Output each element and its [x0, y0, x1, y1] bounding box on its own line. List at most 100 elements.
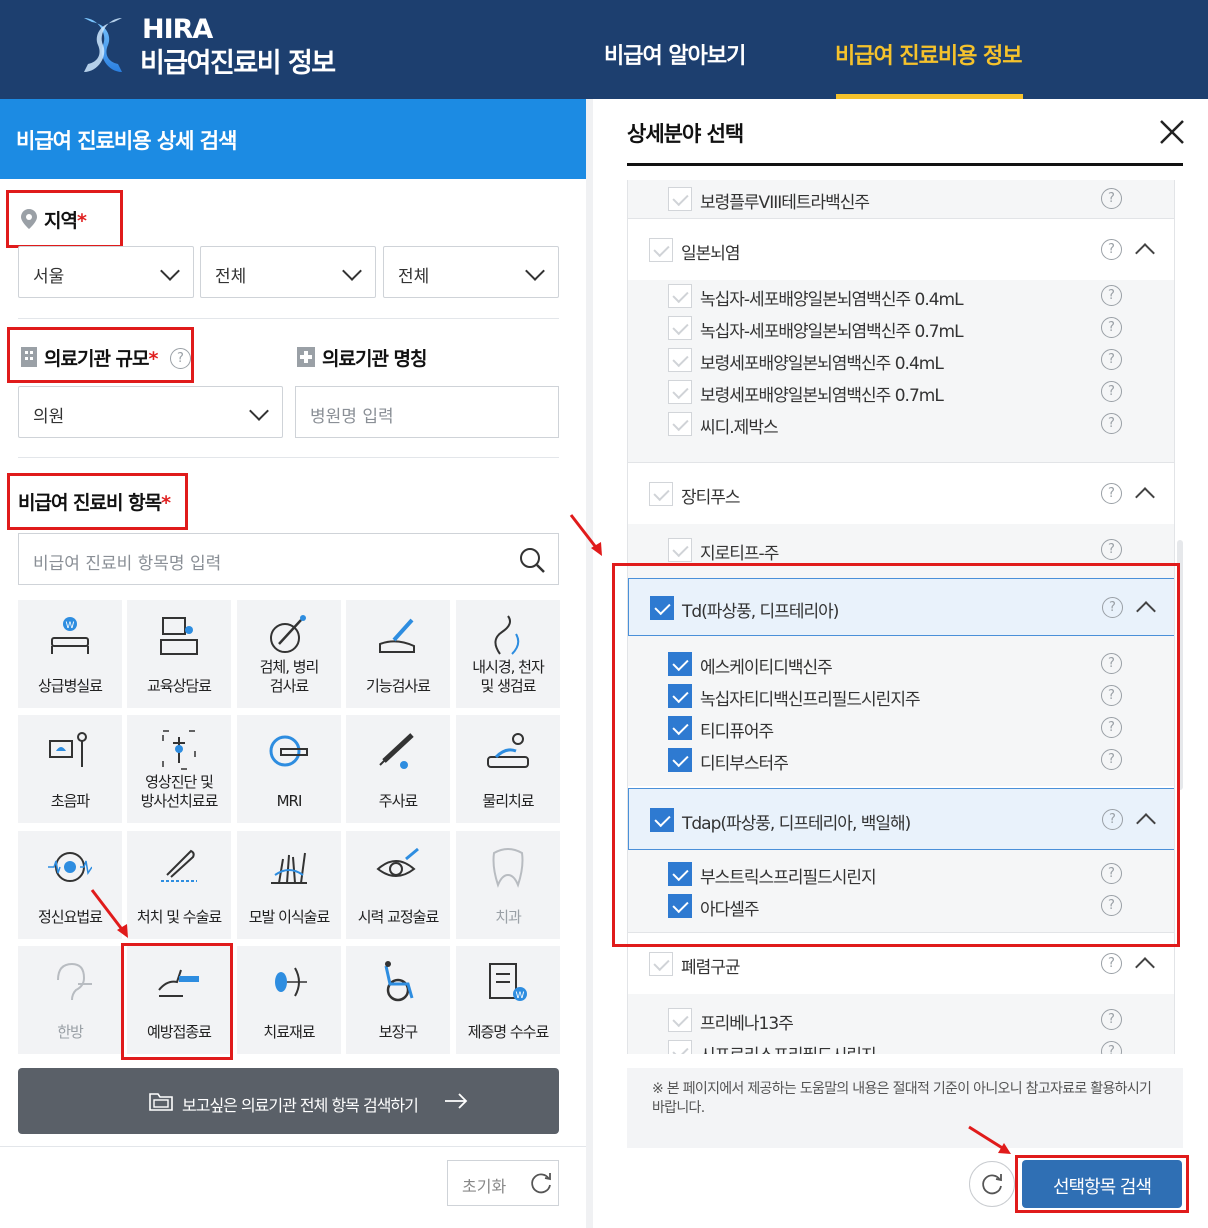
category-tile-label-line: 교육상담료 [146, 677, 212, 695]
item-label: 녹십자-세포배양일본뇌염백신주 0.7mL [700, 322, 964, 342]
category-tile-label-line: 방사선치료료 [140, 792, 219, 810]
checkbox[interactable] [668, 1040, 692, 1054]
help-icon[interactable]: ? [1101, 349, 1122, 370]
category-item-row[interactable]: 보령세포배양일본뇌염백신주 0.4mL? [628, 344, 1174, 376]
close-icon[interactable] [1158, 118, 1186, 146]
help-icon[interactable]: ? [1101, 239, 1122, 260]
category-tile-bed[interactable]: W 상급병실료 [18, 600, 122, 708]
category-item-row[interactable]: 프리베나13주? [628, 1004, 1174, 1036]
category-item-row[interactable]: 보령플루VIII테트라백신주? [628, 180, 1174, 218]
item-label: 씨디.제박스 [700, 418, 779, 438]
category-item-row[interactable]: 녹십자-세포배양일본뇌염백신주 0.7mL? [628, 312, 1174, 344]
nav-noncovered-intro[interactable]: 비급여 알아보기 [604, 38, 746, 70]
scale-select[interactable]: 의원 [18, 386, 283, 438]
help-icon[interactable]: ? [1101, 285, 1122, 306]
category-tile-certificate[interactable]: W 제증명 수수료 [456, 946, 560, 1054]
category-item-row[interactable]: 보령세포배양일본뇌염백신주 0.7mL? [628, 376, 1174, 408]
category-tile-label-line: 검체, 병리 [259, 658, 320, 676]
region-district-select[interactable]: 전체 [200, 246, 376, 298]
region-city-select[interactable]: 서울 [18, 246, 194, 298]
chevron-up-icon[interactable] [1135, 243, 1155, 263]
highlight-vaccine-tile [121, 943, 233, 1060]
category-tile-label-line: MRI [276, 792, 303, 810]
category-item-row[interactable]: 지로티프-주? [628, 534, 1174, 566]
category-group-row[interactable]: 장티푸스? [628, 462, 1174, 524]
help-icon[interactable]: ? [1101, 483, 1122, 504]
region-label: 지역* [44, 210, 87, 232]
help-icon[interactable]: ? [1101, 381, 1122, 402]
help-icon[interactable]: ? [170, 348, 191, 369]
category-tile-label: 교육상담료 [127, 677, 231, 696]
category-tile-label: 처치 및 수술료 [127, 908, 231, 927]
material-icon [275, 967, 307, 997]
category-tile-material[interactable]: 치료재료 [237, 946, 341, 1054]
help-icon[interactable]: ? [1101, 953, 1122, 974]
checkbox[interactable] [668, 316, 692, 340]
help-icon[interactable]: ? [1101, 539, 1122, 560]
nav-noncovered-cost[interactable]: 비급여 진료비용 정보 [835, 38, 1022, 70]
hospital-name-label: 의료기관 명칭 [322, 348, 427, 370]
checkbox[interactable] [668, 538, 692, 562]
help-icon[interactable]: ? [1101, 1041, 1122, 1054]
category-tile-label: 치료재료 [237, 1023, 341, 1042]
category-tile-label-line: 및 생검료 [480, 677, 537, 695]
category-tile-wheelchair[interactable]: 보장구 [346, 946, 450, 1054]
checkbox[interactable] [668, 1008, 692, 1032]
category-tile-mri[interactable]: MRI [237, 715, 341, 823]
category-tile-microscope[interactable]: 검체, 병리 검사료 [237, 600, 341, 708]
category-tile-surgery[interactable]: 처치 및 수술료 [127, 831, 231, 939]
help-icon[interactable]: ? [1101, 188, 1122, 209]
category-item-row[interactable]: 녹십자-세포배양일본뇌염백신주 0.4mL? [628, 280, 1174, 312]
scale-label: 의료기관 규모* [44, 348, 158, 370]
category-tile-syringe[interactable]: 주사료 [346, 715, 450, 823]
pointer-arrow-icon [569, 514, 602, 556]
wheelchair-icon [384, 961, 414, 1002]
chevron-up-icon[interactable] [1135, 487, 1155, 507]
item-search-input[interactable]: 비급여 진료비 항목명 입력 [18, 533, 559, 585]
checkbox[interactable] [668, 284, 692, 308]
refresh-selection-button[interactable] [969, 1161, 1015, 1207]
category-tile-ultrasound[interactable]: 초음파 [18, 715, 122, 823]
category-tile-label: 보장구 [346, 1023, 450, 1042]
category-group-row[interactable]: 일본뇌염? [628, 218, 1174, 280]
category-tile-hand-test[interactable]: 기능검사료 [346, 600, 450, 708]
category-item-row[interactable]: 씨디.제박스? [628, 408, 1174, 440]
category-tile-xray[interactable]: 영상진단 및 방사선치료료 [127, 715, 231, 823]
category-tile-label: 시력 교정술료 [346, 908, 450, 927]
checkbox[interactable] [649, 482, 673, 506]
reset-button[interactable]: 초기화 [447, 1160, 559, 1206]
category-tile-label-line: 기능검사료 [365, 677, 431, 695]
search-all-items-button[interactable]: 보고싶은 의료기관 전체 항목 검색하기 [18, 1068, 559, 1134]
hospital-name-input[interactable]: 병원명 입력 [295, 386, 559, 438]
item-label: 프리베나13주 [700, 1014, 794, 1034]
category-tile-label: 물리치료 [456, 792, 560, 811]
checkbox[interactable] [649, 952, 673, 976]
help-icon[interactable]: ? [1101, 317, 1122, 338]
checkbox[interactable] [668, 187, 692, 211]
help-icon[interactable]: ? [1101, 413, 1122, 434]
chevron-up-icon[interactable] [1135, 957, 1155, 977]
category-tile-physio[interactable]: 물리치료 [456, 715, 560, 823]
category-tile-ear[interactable]: 한방 [18, 946, 122, 1054]
hair-icon [271, 852, 307, 884]
category-tile-consult[interactable]: 교육상담료 [127, 600, 231, 708]
category-tile-label: 상급병실료 [18, 677, 122, 696]
region-town-select[interactable]: 전체 [383, 246, 559, 298]
group-label: 폐렴구균 [681, 958, 741, 978]
search-icon[interactable] [518, 546, 546, 574]
category-tile-eye[interactable]: 시력 교정술료 [346, 831, 450, 939]
category-tile-tooth[interactable]: 치과 [456, 831, 560, 939]
checkbox[interactable] [668, 412, 692, 436]
detail-panel-title: 상세분야 선택 [627, 122, 744, 146]
checkbox[interactable] [649, 238, 673, 262]
ear-icon [57, 962, 92, 1001]
checkbox[interactable] [668, 348, 692, 372]
category-tile-endoscope[interactable]: 내시경, 천자 및 생검료 [456, 600, 560, 708]
category-item-row[interactable]: 시프로리스프리필드시린지? [628, 1036, 1174, 1054]
checkbox[interactable] [668, 380, 692, 404]
help-icon[interactable]: ? [1101, 1009, 1122, 1030]
category-tile-hair[interactable]: 모발 이식술료 [237, 831, 341, 939]
category-tile-label-line: 검사료 [269, 677, 309, 695]
hira-logo-icon[interactable] [78, 14, 128, 76]
svg-text:W: W [66, 621, 75, 631]
